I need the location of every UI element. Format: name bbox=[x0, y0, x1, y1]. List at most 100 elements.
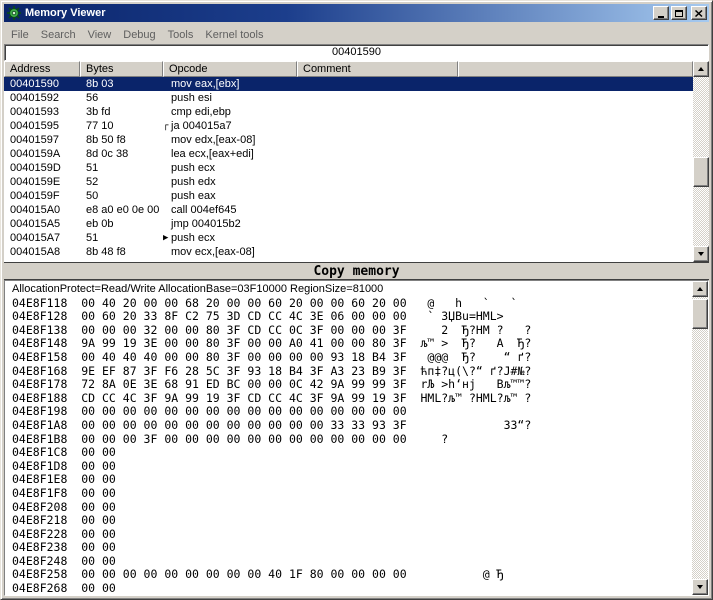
disasm-opcode-cell: jmp 004015b2 bbox=[163, 217, 297, 231]
dump-line: 04E8F258 00 00 00 00 00 00 00 00 00 40 1… bbox=[12, 567, 532, 582]
scrollbar-thumb[interactable] bbox=[692, 299, 708, 329]
scrollbar-track[interactable] bbox=[692, 297, 708, 579]
column-header-address[interactable]: Address bbox=[4, 61, 80, 77]
disasm-comment bbox=[297, 133, 458, 147]
disasm-row[interactable]: 00401592 56 push esi bbox=[4, 91, 693, 105]
app-icon[interactable] bbox=[6, 6, 22, 20]
disasm-address: 00401593 bbox=[10, 106, 59, 118]
disasm-address: 0040159D bbox=[10, 162, 61, 174]
dump-line: 04E8F208 00 00 bbox=[12, 499, 421, 514]
disasm-row[interactable]: 0040159A 8d 0c 38 lea ecx,[eax+edi] bbox=[4, 147, 693, 161]
scrollbar-track[interactable] bbox=[693, 77, 709, 246]
disasm-opcode-cell: cmp edi,ebp bbox=[163, 105, 297, 119]
disasm-comment bbox=[297, 203, 458, 217]
dump-line: 04E8F138 00 00 00 32 00 00 80 3F CD CC 0… bbox=[12, 322, 532, 337]
disasm-bytes: 8b 03 bbox=[86, 78, 114, 90]
jump-marker-icon bbox=[163, 217, 171, 231]
minimize-button[interactable] bbox=[653, 6, 669, 20]
column-header-comment[interactable]: Comment bbox=[297, 61, 458, 77]
disasm-row[interactable]: 0040159E 52 push edx bbox=[4, 175, 693, 189]
disasm-bytes: 51 bbox=[86, 232, 99, 244]
jump-marker-icon bbox=[163, 105, 171, 119]
disasm-bytes: 52 bbox=[86, 176, 99, 188]
menu-item-file[interactable]: File bbox=[5, 27, 35, 43]
scroll-down-button[interactable] bbox=[692, 579, 708, 595]
disasm-opcode-cell: push eax bbox=[163, 189, 297, 203]
disasm-opcode: mov edx,[eax-08] bbox=[171, 134, 256, 146]
menu-item-tools[interactable]: Tools bbox=[162, 27, 200, 43]
close-icon bbox=[695, 9, 703, 17]
disasm-opcode: push ecx bbox=[171, 162, 216, 174]
disasm-row[interactable]: 004015A5 eb 0b jmp 004015b2 bbox=[4, 217, 693, 231]
disasm-comment bbox=[297, 175, 458, 189]
menu-item-debug[interactable]: Debug bbox=[117, 27, 161, 43]
disasm-address: 00401590 bbox=[10, 78, 59, 90]
disasm-row[interactable]: 004015A0 e8 a0 e0 0e 00 call 004ef645 bbox=[4, 203, 693, 217]
scroll-up-button[interactable] bbox=[692, 281, 708, 297]
disasm-bytes: 3b fd bbox=[86, 106, 111, 118]
dump-line: 04E8F128 00 60 20 33 8F C2 75 3D CD CC 4… bbox=[12, 309, 532, 324]
close-button[interactable] bbox=[691, 6, 707, 20]
disasm-opcode: ja 004015a7 bbox=[171, 120, 232, 132]
maximize-button[interactable] bbox=[671, 6, 687, 20]
disasm-row[interactable]: 00401590 8b 03 mov eax,[ebx] bbox=[4, 77, 693, 91]
disasm-row[interactable]: 00401595 77 10 ┌ ja 004015a7 bbox=[4, 119, 693, 133]
disasm-bytes: 8d 0c 38 bbox=[86, 148, 129, 160]
dump-scrollbar[interactable] bbox=[692, 281, 708, 595]
scroll-down-button[interactable] bbox=[693, 246, 709, 262]
disasm-row[interactable]: 00401593 3b fd cmp edi,ebp bbox=[4, 105, 693, 119]
menu-item-kernel-tools[interactable]: Kernel tools bbox=[199, 27, 269, 43]
disasm-row[interactable]: 0040159D 51 push ecx bbox=[4, 161, 693, 175]
disasm-address: 0040159F bbox=[10, 190, 60, 202]
jump-marker-icon bbox=[163, 91, 171, 105]
dump-line: 04E8F198 00 00 00 00 00 00 00 00 00 00 0… bbox=[12, 404, 421, 419]
dump-line: 04E8F1E8 00 00 bbox=[12, 472, 421, 487]
disasm-opcode: lea ecx,[eax+edi] bbox=[171, 148, 254, 160]
disasm-opcode: push edx bbox=[171, 176, 216, 188]
copy-memory-button[interactable]: Copy memory bbox=[4, 263, 709, 280]
dump-line: 04E8F158 00 40 40 40 00 00 80 3F 00 00 0… bbox=[12, 349, 532, 364]
jump-marker-icon bbox=[163, 203, 171, 217]
maximize-icon bbox=[675, 9, 683, 17]
dump-line: 04E8F218 00 00 bbox=[12, 513, 421, 528]
dump-line: 04E8F1C8 00 00 bbox=[12, 445, 421, 460]
jump-marker-icon bbox=[163, 189, 171, 203]
disasm-bytes: 56 bbox=[86, 92, 99, 104]
dump-line: 04E8F168 9E EF 87 3F F6 28 5C 3F 93 18 B… bbox=[12, 363, 532, 378]
disasm-opcode: mov eax,[ebx] bbox=[171, 78, 240, 90]
disasm-comment bbox=[297, 147, 458, 161]
disasm-address: 00401597 bbox=[10, 134, 59, 146]
disasm-opcode: push ecx bbox=[171, 232, 216, 244]
disasm-comment bbox=[297, 217, 458, 231]
scroll-up-button[interactable] bbox=[693, 61, 709, 77]
disasm-address: 004015A0 bbox=[10, 204, 61, 216]
disasm-row[interactable]: 004015A7 51 ▶ push ecx bbox=[4, 231, 693, 245]
disasm-bytes: 8b 48 f8 bbox=[86, 246, 126, 258]
disasm-opcode-cell: mov edx,[eax-08] bbox=[163, 133, 297, 147]
disasm-comment bbox=[297, 77, 458, 91]
menu-item-search[interactable]: Search bbox=[35, 27, 82, 43]
menu-bar: File Search View Debug Tools Kernel tool… bbox=[4, 22, 709, 44]
dump-line: 04E8F1D8 00 00 bbox=[12, 458, 421, 473]
title-bar[interactable]: Memory Viewer bbox=[4, 4, 709, 22]
disasm-opcode-cell: ▶ push ecx bbox=[163, 231, 297, 245]
menu-item-view[interactable]: View bbox=[82, 27, 118, 43]
column-header-bytes[interactable]: Bytes bbox=[80, 61, 163, 77]
window-title: Memory Viewer bbox=[25, 7, 106, 19]
disasm-row[interactable]: 00401597 8b 50 f8 mov edx,[eax-08] bbox=[4, 133, 693, 147]
disasm-address: 004015A8 bbox=[10, 246, 61, 258]
disasm-row[interactable]: 004015A8 8b 48 f8 mov ecx,[eax-08] bbox=[4, 245, 693, 259]
disasm-bytes: 77 10 bbox=[86, 120, 114, 132]
dump-line: 04E8F1A8 00 00 00 00 00 00 00 00 00 00 0… bbox=[12, 417, 532, 432]
memory-dump-content[interactable]: AllocationProtect=Read/Write AllocationB… bbox=[5, 281, 692, 595]
dump-line: 04E8F188 CD CC 4C 3F 9A 99 19 3F CD CC 4… bbox=[12, 390, 532, 405]
disasm-opcode: push esi bbox=[171, 92, 212, 104]
jump-marker-icon bbox=[163, 133, 171, 147]
disassembly-scrollbar[interactable] bbox=[693, 61, 709, 262]
scrollbar-thumb[interactable] bbox=[693, 157, 709, 187]
column-header-opcode[interactable]: Opcode bbox=[163, 61, 297, 77]
dump-line: 04E8F148 9A 99 19 3E 00 00 80 3F 00 00 A… bbox=[12, 336, 532, 351]
dump-line: 04E8F268 00 00 bbox=[12, 581, 421, 595]
address-input[interactable]: 00401590 bbox=[4, 44, 709, 61]
disasm-row[interactable]: 0040159F 50 push eax bbox=[4, 189, 693, 203]
